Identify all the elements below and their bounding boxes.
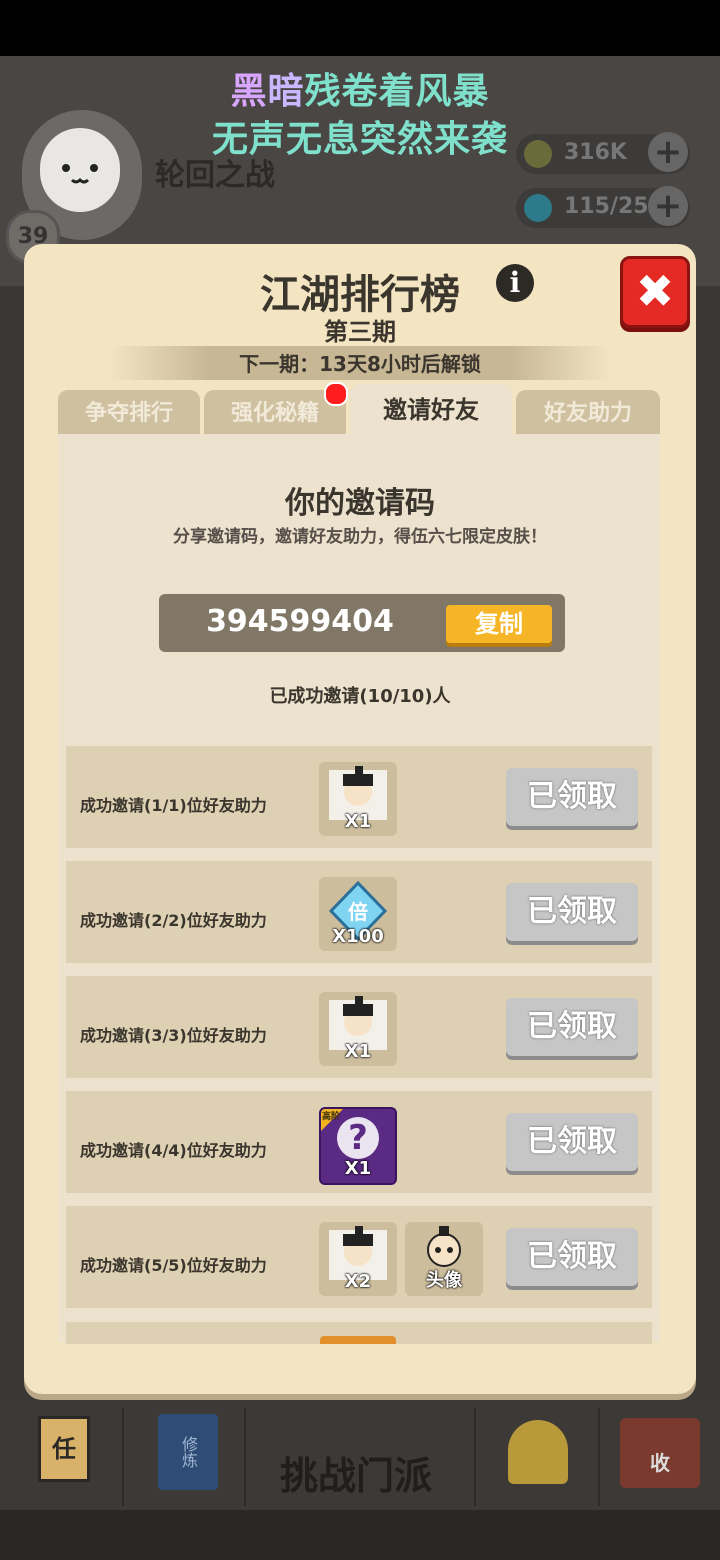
nav-helmet[interactable] (476, 1408, 600, 1506)
status-bar (0, 0, 720, 56)
gem-counter: 115/25 + (516, 186, 690, 228)
gem-value: 115/25 (564, 194, 649, 219)
character-fragment-icon[interactable]: X1 (319, 992, 397, 1066)
info-icon[interactable]: i (496, 264, 534, 302)
reward-qty: X2 (344, 1271, 372, 1292)
news-rest: 残卷着风暴 (304, 71, 490, 112)
character-fragment-icon[interactable]: X1 (319, 762, 397, 836)
reward-row-label: 成功邀请(3/3)位好友助力 (80, 1026, 267, 1045)
claimed-button[interactable]: 已领取 (506, 883, 638, 941)
shop-icon: 收 (620, 1418, 700, 1488)
character-fragment-icon[interactable]: X2 (319, 1222, 397, 1296)
task-scroll-icon: 任 (38, 1416, 90, 1482)
invite-code-value[interactable]: 394599404 (180, 604, 420, 639)
next-unlock-text: 下一期：13天8小时后解锁 (239, 352, 481, 376)
reward-item-partial (320, 1336, 396, 1344)
invited-status: 已成功邀请(10/10)人 (269, 686, 451, 707)
reward-qty: 头像 (426, 1270, 462, 1291)
period-label: 第三期 (324, 318, 396, 346)
claimed-button[interactable]: 已领取 (506, 1113, 638, 1171)
reward-qty: X1 (344, 1158, 372, 1179)
book-icon: 修炼 (158, 1414, 218, 1490)
gem-icon (524, 194, 552, 222)
claimed-button[interactable]: 已领取 (506, 768, 638, 826)
reward-qty: X1 (344, 811, 372, 832)
close-icon: ✖ (635, 264, 675, 318)
reward-row-label: 成功邀请(5/5)位好友助力 (80, 1256, 267, 1275)
invite-description: 分享邀请码，邀请好友助力，得伍六七限定皮肤！ (173, 527, 547, 547)
challenge-label: 挑战门派 (280, 1454, 433, 1498)
news-ticker-line-2: 无声无息突然来袭 (211, 119, 508, 160)
nav-task[interactable]: 任 (0, 1408, 124, 1506)
claimed-button[interactable]: 已领取 (506, 1228, 638, 1286)
mystery-box-icon[interactable]: 高阶 ? X1 (319, 1107, 397, 1185)
claimed-button[interactable]: 已领取 (506, 998, 638, 1056)
reward-row-label: 成功邀请(2/2)位好友助力 (80, 911, 267, 930)
nav-collect[interactable]: 收 (600, 1408, 720, 1506)
invite-code-heading: 你的邀请码 (285, 486, 435, 521)
reward-row-label: 成功邀请(1/1)位好友助力 (80, 796, 267, 815)
news-highlight: 黑 (230, 71, 268, 112)
reward-row-label: 成功邀请(4/4)位好友助力 (80, 1141, 267, 1160)
avatar-frame-icon[interactable]: 头像 (405, 1222, 483, 1296)
nav-cultivate[interactable]: 修炼 (124, 1408, 246, 1506)
question-icon: ? (337, 1117, 379, 1159)
multiplier-gem-icon[interactable]: 倍 X100 (319, 877, 397, 951)
helmet-icon (508, 1420, 568, 1484)
news-mid: 暗 (267, 71, 305, 112)
add-gem-button[interactable]: + (648, 186, 688, 226)
tab-ranking[interactable]: 争夺排行 (58, 390, 200, 436)
reward-qty: X100 (332, 926, 384, 947)
gem-glyph: 倍 (348, 900, 368, 924)
reward-qty: X1 (344, 1041, 372, 1062)
copy-button[interactable]: 复制 (446, 605, 552, 643)
notification-dot (324, 382, 348, 406)
bottom-strip (0, 1510, 720, 1560)
tab-invite-friends[interactable]: 邀请好友 (350, 384, 512, 436)
rarity-tag: 高阶 (322, 1112, 341, 1122)
news-ticker-line-1: 黑暗残卷着风暴 (0, 62, 720, 114)
tab-friend-assist[interactable]: 好友助力 (516, 390, 660, 436)
